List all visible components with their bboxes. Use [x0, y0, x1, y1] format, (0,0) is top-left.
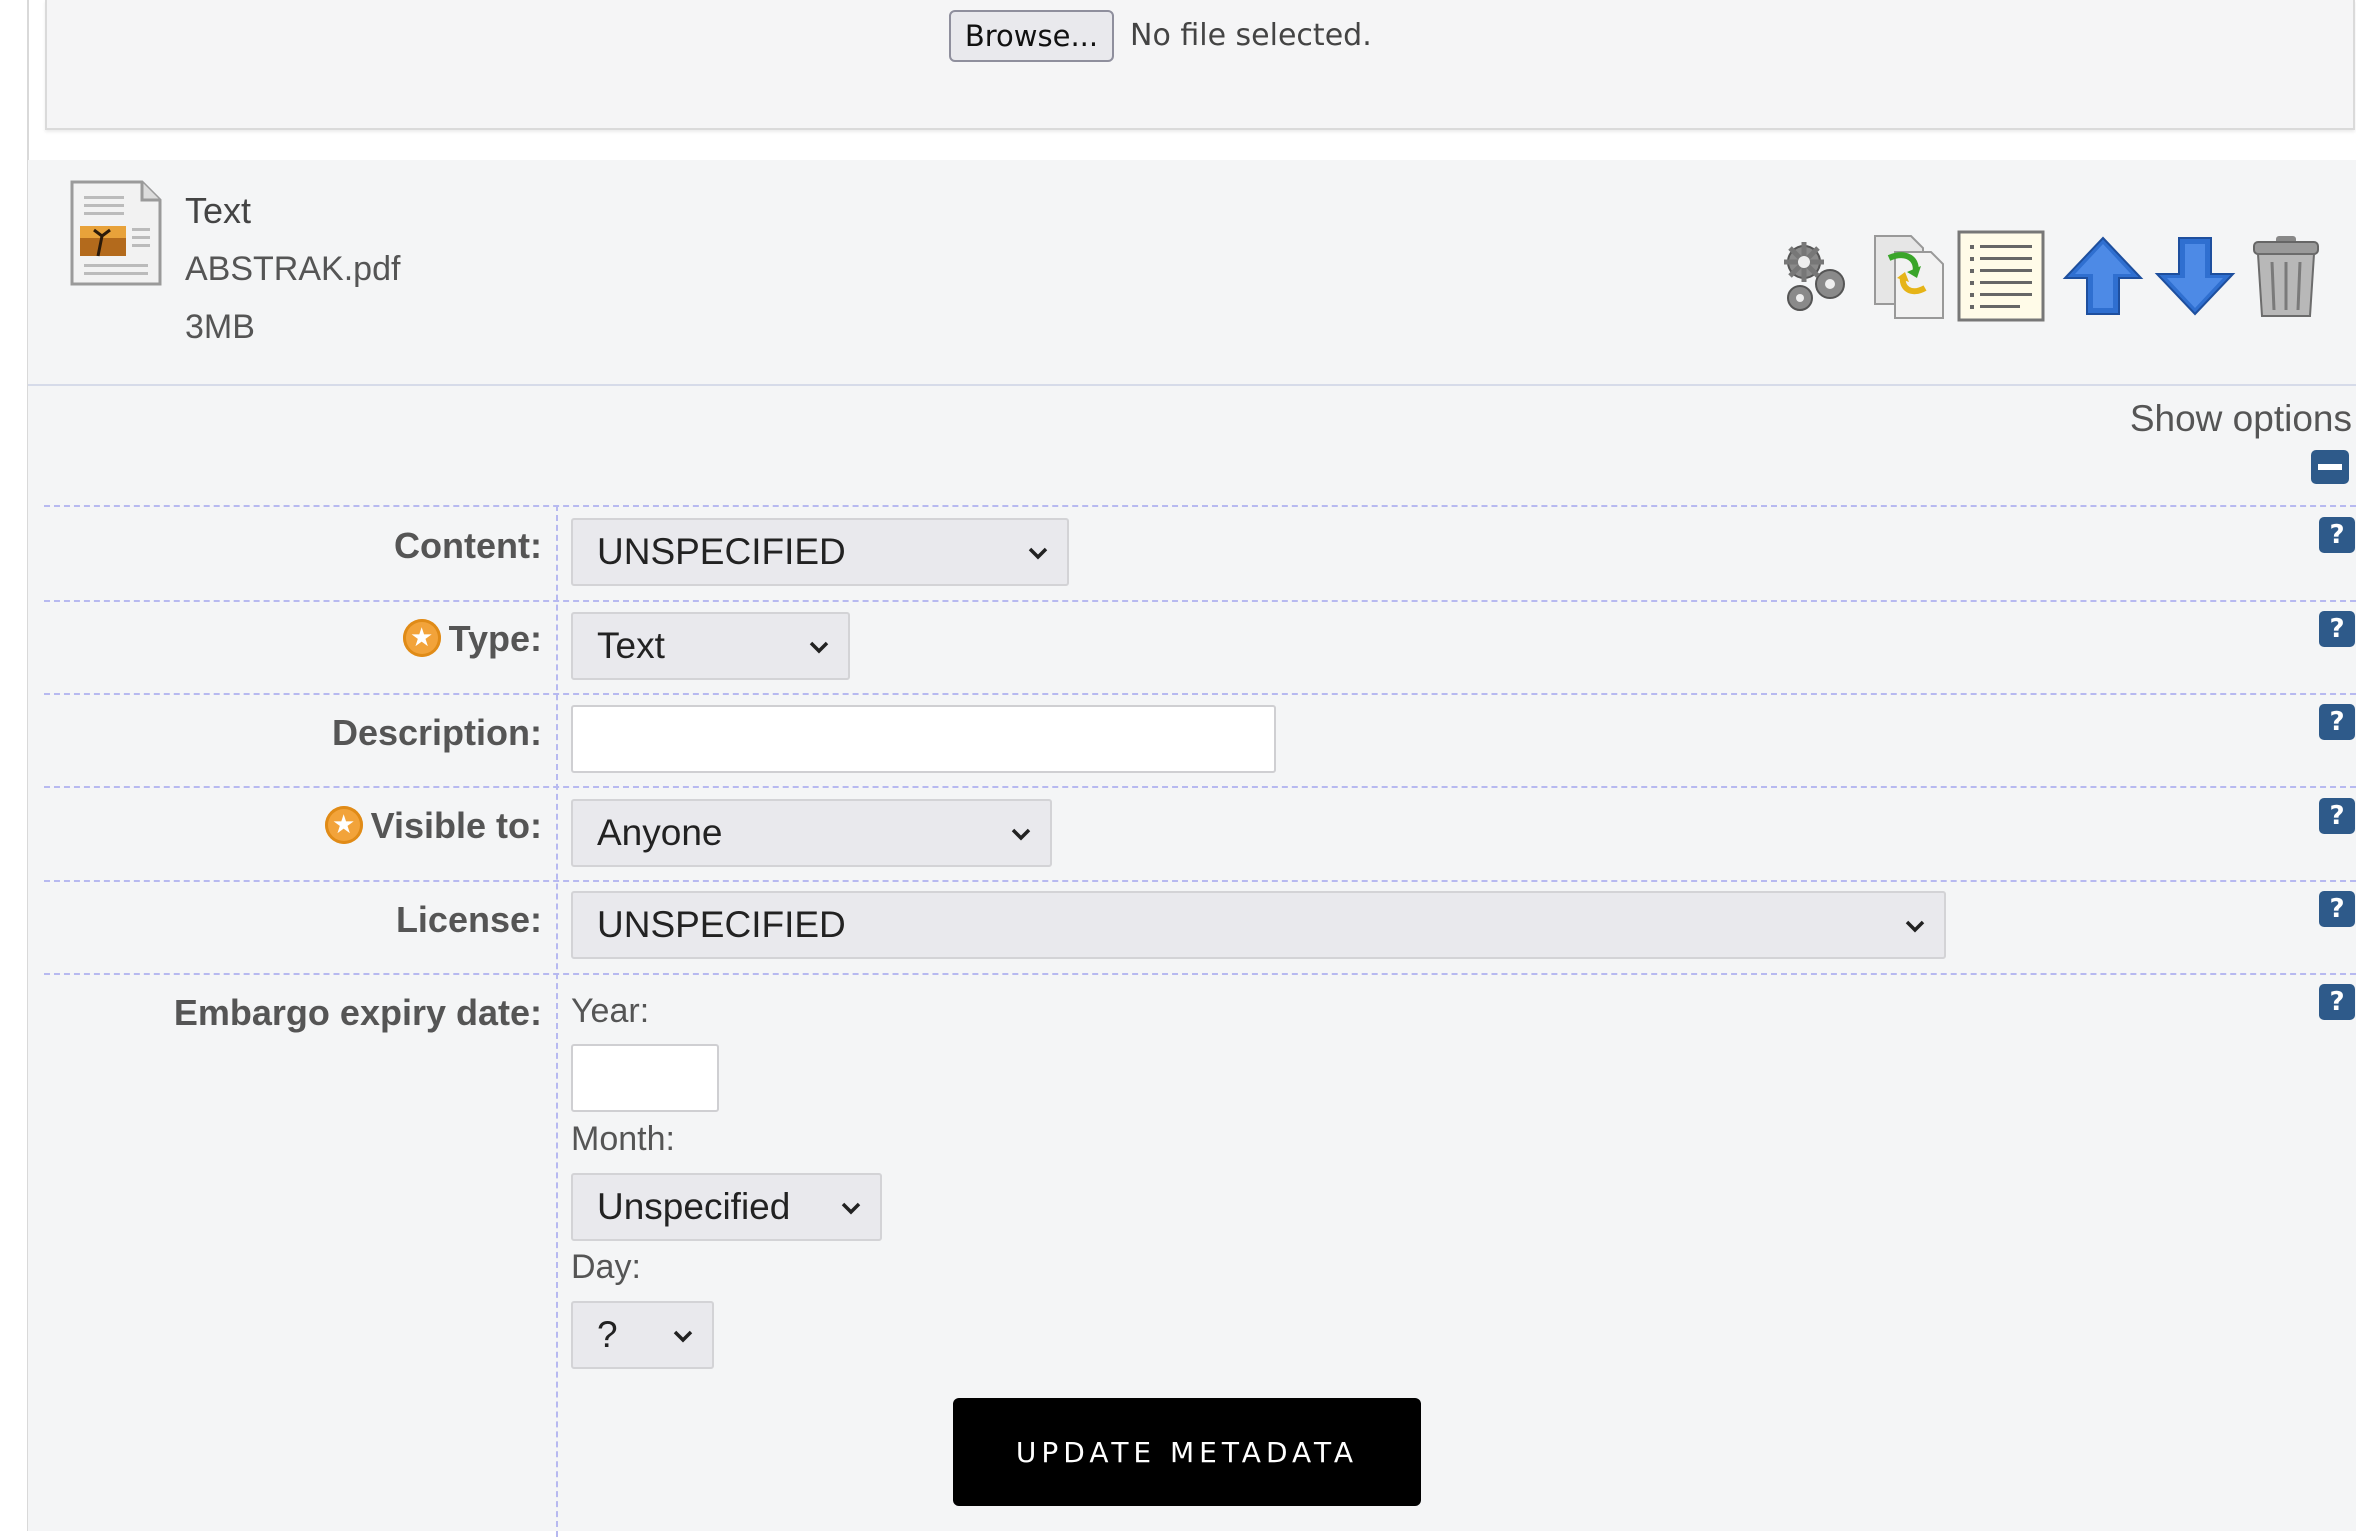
browse-button[interactable]: Browse... — [949, 10, 1114, 62]
chevron-down-icon — [1905, 920, 1925, 933]
form-row-divider — [44, 880, 2356, 882]
license-select[interactable]: UNSPECIFIED — [571, 891, 1946, 959]
details-list-icon[interactable] — [1955, 230, 2047, 322]
day-label: Day: — [571, 1248, 641, 1286]
description-label: Description: — [331, 712, 542, 753]
month-select-value: Unspecified — [597, 1186, 791, 1227]
help-icon[interactable]: ? — [2319, 517, 2355, 553]
type-select[interactable]: Text — [571, 612, 850, 680]
visible-to-select-value: Anyone — [597, 812, 723, 853]
help-icon[interactable]: ? — [2319, 984, 2355, 1020]
help-icon[interactable]: ? — [2319, 704, 2355, 740]
chevron-down-icon — [673, 1330, 693, 1343]
embargo-label: Embargo expiry date: — [173, 992, 542, 1033]
chevron-down-icon — [809, 641, 829, 654]
description-input[interactable] — [571, 705, 1276, 773]
month-select[interactable]: Unspecified — [571, 1173, 882, 1241]
year-label: Year: — [571, 992, 650, 1030]
move-down-arrow-icon[interactable] — [2149, 230, 2241, 322]
year-input[interactable] — [571, 1044, 719, 1112]
content-select-value: UNSPECIFIED — [597, 531, 846, 572]
form-row-divider — [44, 973, 2356, 975]
document-type-title: Text — [185, 190, 252, 231]
replace-file-icon[interactable] — [1863, 230, 1955, 322]
license-label: License: — [395, 899, 542, 940]
required-star-icon — [324, 806, 363, 844]
license-select-value: UNSPECIFIED — [597, 904, 846, 945]
content-select[interactable]: UNSPECIFIED — [571, 518, 1069, 586]
chevron-down-icon — [1011, 828, 1031, 841]
form-row-divider — [44, 693, 2356, 695]
content-label: Content: — [394, 525, 542, 566]
file-status-text: No file selected. — [1130, 18, 1372, 53]
required-star-icon — [402, 619, 441, 657]
document-filename[interactable]: ABSTRAK.pdf — [185, 250, 400, 289]
form-row-divider — [44, 786, 2356, 788]
show-options-link[interactable]: Show options — [2130, 398, 2352, 440]
type-select-value: Text — [597, 625, 665, 666]
help-icon[interactable]: ? — [2319, 891, 2355, 927]
help-icon[interactable]: ? — [2319, 798, 2355, 834]
document-size: 3MB — [185, 308, 255, 346]
update-metadata-button[interactable]: UPDATE METADATA — [953, 1398, 1421, 1506]
help-icon[interactable]: ? — [2319, 611, 2355, 647]
document-panel: Text ABSTRAK.pdf 3MB Show options Conten… — [28, 160, 2356, 1537]
move-up-arrow-icon[interactable] — [2057, 230, 2149, 322]
chevron-down-icon — [841, 1202, 861, 1215]
day-select-value: ? — [597, 1314, 618, 1355]
form-row-divider — [44, 505, 2356, 507]
day-select[interactable]: ? — [571, 1301, 714, 1369]
document-header: Text ABSTRAK.pdf 3MB — [28, 160, 2356, 386]
upload-panel: Browse... No file selected. — [45, 0, 2355, 130]
pdf-document-icon[interactable] — [68, 178, 164, 288]
trash-icon[interactable] — [2240, 230, 2332, 322]
form-row-divider — [44, 600, 2356, 602]
form-column-divider — [556, 505, 558, 1537]
visible-to-label: Visible to: — [324, 805, 542, 847]
settings-gears-icon[interactable] — [1770, 230, 1862, 322]
type-label: Type: — [402, 618, 542, 660]
collapse-icon[interactable] — [2311, 450, 2349, 484]
chevron-down-icon — [1028, 547, 1048, 560]
month-label: Month: — [571, 1120, 675, 1158]
visible-to-select[interactable]: Anyone — [571, 799, 1052, 867]
